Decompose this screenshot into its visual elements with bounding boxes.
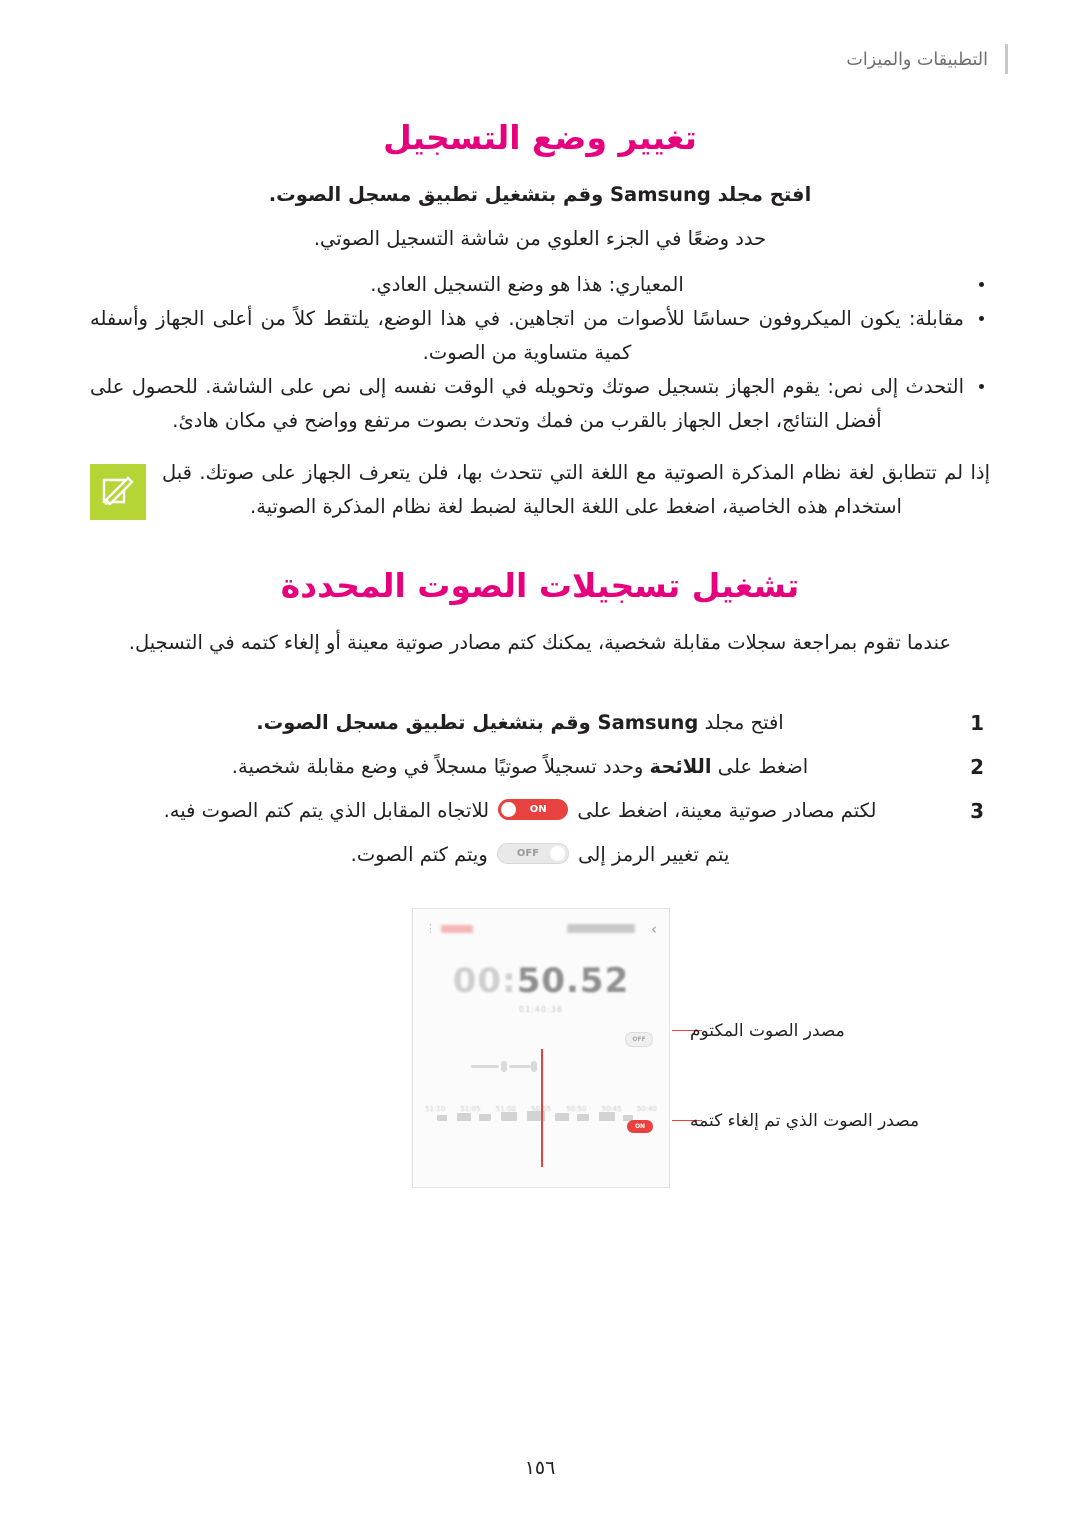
step-number: 1 <box>970 711 984 735</box>
phone-app-bar: ⋮ › <box>413 921 669 941</box>
page-header: التطبيقات والميزات <box>0 34 1080 74</box>
step-2-bold: اللائحة <box>649 755 712 778</box>
step-3-text-after: للاتجاه المقابل الذي يتم كتم الصوت فيه. <box>163 799 496 822</box>
step-1: 1 افتح مجلد Samsung وقم بتشغيل تطبيق مسج… <box>90 706 990 740</box>
playhead-indicator <box>541 1049 543 1167</box>
list-item: مقابلة: يكون الميكروفون حساسًا للأصوات م… <box>90 302 990 370</box>
list-item-label: المعياري: هذا هو وضع التسجيل العادي. <box>370 273 684 296</box>
step-number: 3 <box>970 799 984 823</box>
phone-screenshot: ⋮ › 00:50.52 01:40:36 50:40 50:45 50:50 … <box>412 908 670 1188</box>
time-tick: 51:10 <box>425 1105 446 1113</box>
list-item-label: مقابلة: يكون الميكروفون حساسًا للأصوات م… <box>90 307 964 364</box>
app-bar-left-label-blurred <box>441 925 473 933</box>
step-1-brand: Samsung <box>597 711 699 734</box>
muted-source-toggle[interactable]: OFF <box>625 1032 653 1047</box>
app-bar-right-label-blurred <box>567 924 635 933</box>
step-3-text-before: لكتم مصادر صوتية معينة، اضغط على <box>571 799 877 822</box>
header-title: التطبيقات والميزات <box>846 50 988 70</box>
time-tick: 50:50 <box>566 1105 587 1113</box>
note-box: إذا لم تتطابق لغة نظام المذكرة الصوتية م… <box>90 456 990 524</box>
step-3: 3 لكتم مصادر صوتية معينة، اضغط على ON لل… <box>90 794 990 828</box>
bullet-dot-icon <box>979 316 984 321</box>
step-1-text-before: افتح مجلد <box>698 711 784 734</box>
bullet-dot-icon <box>979 384 984 389</box>
step-2: 2 اضغط على اللائحة وحدد تسجيلاً صوتيًا م… <box>90 750 990 784</box>
note-pencil-icon <box>90 464 146 520</box>
list-item: المعياري: هذا هو وضع التسجيل العادي. <box>90 268 990 302</box>
time-tick: 51:05 <box>460 1105 481 1113</box>
note-text: إذا لم تتطابق لغة نظام المذكرة الصوتية م… <box>162 461 990 518</box>
timer-total-duration: 01:40:36 <box>519 1005 563 1014</box>
step-2-text-after: وحدد تسجيلاً صوتيًا مسجلاً في وضع مقابلة… <box>231 755 650 778</box>
bullet-dot-icon <box>979 282 984 287</box>
section-heading-change-recording-mode: تغيير وضع التسجيل <box>383 118 697 157</box>
time-tick: 50:45 <box>601 1105 622 1113</box>
header-divider <box>1005 44 1008 74</box>
unmuted-source-toggle[interactable]: ON <box>627 1120 653 1133</box>
list-item-label: التحدث إلى نص: يقوم الجهاز بتسجيل صوتك و… <box>90 375 964 432</box>
recording-mode-bullet-list: المعياري: هذا هو وضع التسجيل العادي. مقا… <box>90 268 990 438</box>
toggle-on-chip[interactable]: ON <box>498 799 569 820</box>
intro-paragraph-2: حدد وضعًا في الجزء العلوي من شاشة التسجي… <box>313 227 767 250</box>
chevron-right-icon[interactable]: › <box>651 921 657 937</box>
step-3-extra: يتم تغيير الرمز إلى OFF ويتم كتم الصوت. <box>90 838 990 872</box>
step-2-text-before: اضغط على <box>711 755 809 778</box>
time-tick: 51:00 <box>495 1105 516 1113</box>
callout-muted-label: مصدر الصوت المكتوم <box>690 1021 845 1041</box>
step-number: 2 <box>970 755 984 779</box>
more-options-icon[interactable]: ⋮ <box>425 923 436 934</box>
time-tick: 50:40 <box>636 1105 657 1113</box>
voice-recorder-illustration: ⋮ › 00:50.52 01:40:36 50:40 50:45 50:50 … <box>0 908 1080 1208</box>
intro-paragraph-1: افتح مجلد Samsung وقم بتشغيل تطبيق مسجل … <box>90 178 990 212</box>
callout-unmuted-label: مصدر الصوت الذي تم إلغاء كتمه <box>690 1111 920 1131</box>
intro-paragraph-3: عندما تقوم بمراجعة سجلات مقابلة شخصية، ي… <box>128 631 952 654</box>
list-item: التحدث إلى نص: يقوم الجهاز بتسجيل صوتك و… <box>90 370 990 438</box>
numbered-steps: 1 افتح مجلد Samsung وقم بتشغيل تطبيق مسج… <box>90 706 990 882</box>
timer-prefix: 00 <box>452 961 503 1001</box>
section-heading-play-selected-recordings: تشغيل تسجيلات الصوت المحددة <box>280 566 800 605</box>
page: التطبيقات والميزات تغيير وضع التسجيل افت… <box>0 0 1080 1527</box>
step-1-text-after: وقم بتشغيل تطبيق مسجل الصوت. <box>256 711 598 734</box>
page-number: ١٥٦ <box>524 1457 556 1479</box>
toggle-off-chip[interactable]: OFF <box>496 843 569 864</box>
intro-paragraph-1-text: افتح مجلد Samsung وقم بتشغيل تطبيق مسجل … <box>268 183 812 206</box>
recording-timer: 00:50.52 <box>452 961 630 1001</box>
step-3-extra-text-after: ويتم كتم الصوت. <box>350 843 494 866</box>
timer-main: 50.52 <box>516 961 630 1001</box>
step-3-extra-text-before: يتم تغيير الرمز إلى <box>571 843 730 866</box>
